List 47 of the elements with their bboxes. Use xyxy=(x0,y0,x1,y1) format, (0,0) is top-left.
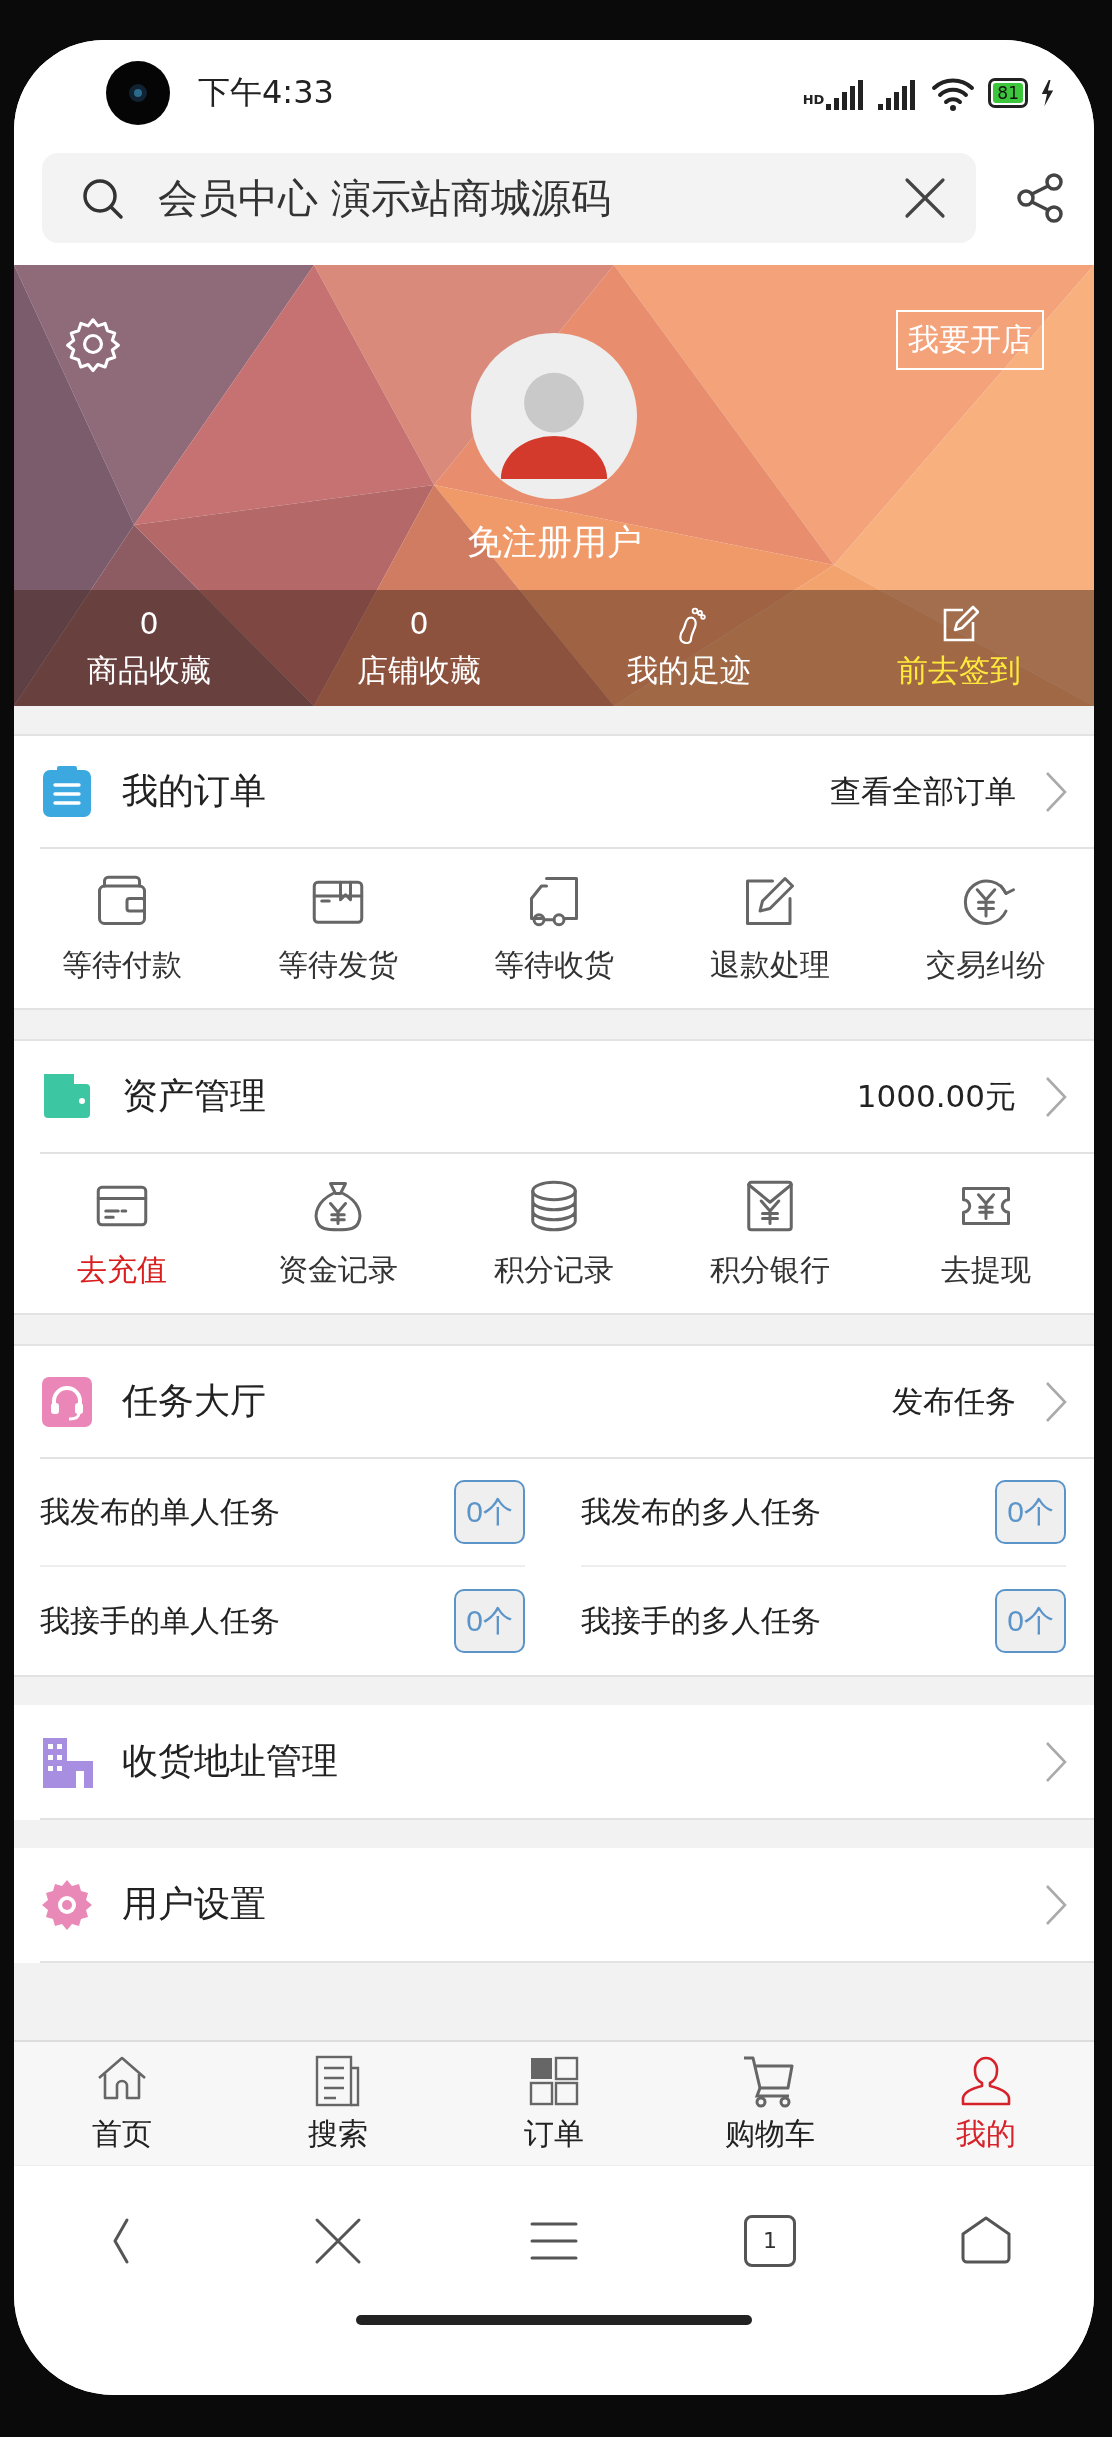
task-label: 我接手的单人任务 xyxy=(40,1601,280,1640)
share-icon[interactable] xyxy=(1016,173,1064,223)
tabs-button[interactable]: 1 xyxy=(744,2214,796,2267)
section-link[interactable]: 查看全部订单 xyxy=(830,770,1016,813)
section-title: 任务大厅 xyxy=(122,1379,267,1423)
stat-count: 0 xyxy=(139,605,159,643)
task-label: 我接手的多人任务 xyxy=(581,1601,821,1640)
tab[interactable]: 订单 xyxy=(446,2042,662,2165)
menu-label[interactable]: 资金记录 xyxy=(278,1250,398,1291)
search-icon xyxy=(80,176,124,220)
tab[interactable]: 购物车 xyxy=(662,2042,878,2165)
battery-indicator: 81 xyxy=(988,77,1028,108)
section-link[interactable]: 发布任务 xyxy=(892,1380,1016,1423)
stat-label[interactable]: 商品收藏 xyxy=(87,650,211,692)
settings-icon[interactable] xyxy=(64,315,122,373)
network-label: HD xyxy=(802,91,825,107)
menu-label[interactable]: 去提现 xyxy=(941,1250,1031,1291)
menu-label[interactable]: 积分银行 xyxy=(710,1250,830,1291)
task-label: 我发布的多人任务 xyxy=(581,1492,821,1531)
close-icon[interactable] xyxy=(904,177,946,219)
section-title: 我的订单 xyxy=(122,769,267,813)
section-title: 资产管理 xyxy=(122,1074,267,1118)
status-time: 下午4:33 xyxy=(198,71,335,113)
task-label: 我发布的单人任务 xyxy=(40,1492,280,1531)
stat-label[interactable]: 我的足迹 xyxy=(627,650,751,692)
menu-label[interactable]: 等待收货 xyxy=(494,945,614,986)
tab[interactable]: 首页 xyxy=(14,2042,230,2165)
stat-count: 0 xyxy=(409,605,429,643)
stat-label[interactable]: 店铺收藏 xyxy=(357,650,481,692)
menu-label[interactable]: 去充值 xyxy=(77,1250,167,1291)
section-link[interactable]: 1000.00元 xyxy=(856,1075,1016,1118)
menu-label[interactable]: 等待发货 xyxy=(278,945,398,986)
tab[interactable]: 我的 xyxy=(878,2042,1094,2165)
section-title: 收货地址管理 xyxy=(122,1739,339,1783)
search-field[interactable]: 会员中心 演示站商城源码 xyxy=(42,153,976,243)
menu-label[interactable]: 退款处理 xyxy=(710,945,830,986)
username: 免注册用户 xyxy=(466,521,642,564)
stat-label[interactable]: 前去签到 xyxy=(897,650,1021,692)
clipboard-icon xyxy=(40,764,94,819)
menu-label[interactable]: 等待付款 xyxy=(62,945,182,986)
charging-icon xyxy=(1040,78,1054,107)
headset-icon xyxy=(40,1374,94,1429)
section-title: 用户设置 xyxy=(122,1882,267,1926)
menu-label[interactable]: 交易纠纷 xyxy=(926,945,1046,986)
menu-label[interactable]: 积分记录 xyxy=(494,1250,614,1291)
tab[interactable]: 搜索 xyxy=(230,2042,446,2165)
camera-icon xyxy=(106,60,170,125)
